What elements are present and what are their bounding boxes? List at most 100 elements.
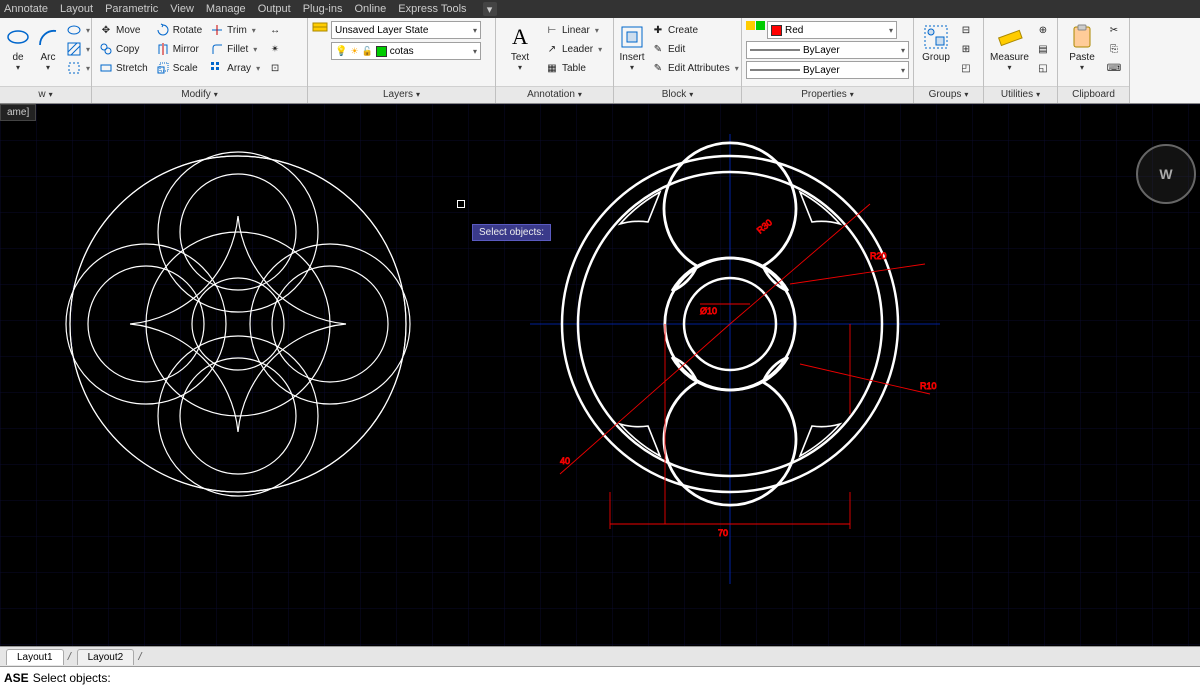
svg-text:R30: R30 xyxy=(755,217,774,235)
menu-layout[interactable]: Layout xyxy=(60,3,93,15)
move-icon: ✥ xyxy=(99,23,113,37)
svg-text:Ø10: Ø10 xyxy=(700,306,717,316)
brush-icon: ⌨ xyxy=(1107,61,1121,75)
panel-clipboard-label: Clipboard xyxy=(1072,89,1115,100)
copy-button[interactable]: Copy xyxy=(96,40,151,58)
modify-ext1-button[interactable]: ↔ xyxy=(265,21,285,39)
command-prefix: ASE xyxy=(4,671,29,685)
arc-icon xyxy=(34,23,62,51)
lightbulb-icon: 💡 xyxy=(335,46,347,57)
mirror-icon xyxy=(156,42,170,56)
paste-icon xyxy=(1068,23,1096,51)
layer-color-swatch xyxy=(376,46,387,57)
util3-button[interactable]: ◱ xyxy=(1033,59,1053,77)
region-icon xyxy=(67,61,81,75)
region-small-button[interactable]: ▾ xyxy=(64,59,93,77)
linear-dim-button[interactable]: ⊢Linear▾ xyxy=(542,21,605,39)
group-select-button[interactable]: ◰ xyxy=(956,59,976,77)
array-icon xyxy=(210,61,224,75)
svg-text:40: 40 xyxy=(560,456,570,466)
tab-layout1[interactable]: Layout1 xyxy=(6,649,64,665)
select-icon: ◱ xyxy=(1036,61,1050,75)
group-ungroup-button[interactable]: ⊟ xyxy=(956,21,976,39)
pick-cursor xyxy=(457,200,465,208)
fillet-button[interactable]: Fillet▾ xyxy=(207,40,263,58)
lock-icon: 🔓 xyxy=(362,46,373,57)
modify-ext3-button[interactable]: ⊡ xyxy=(265,59,285,77)
edit-block-icon: ✎ xyxy=(651,42,665,56)
color-dropdown[interactable]: Red▾ xyxy=(767,21,897,39)
edit-attr-button[interactable]: ✎Edit Attributes▾ xyxy=(648,59,742,77)
menu-manage[interactable]: Manage xyxy=(206,3,246,15)
group-select-icon: ◰ xyxy=(959,61,973,75)
scale-icon xyxy=(156,61,170,75)
stretch-icon xyxy=(99,61,113,75)
text-button[interactable]: A Text▾ xyxy=(500,21,540,72)
color-swatch xyxy=(771,25,782,36)
measure-icon xyxy=(996,23,1024,51)
hatch-small-button[interactable]: ▾ xyxy=(64,40,93,58)
insert-button[interactable]: Insert▾ xyxy=(618,21,646,72)
menu-plugins[interactable]: Plug-ins xyxy=(303,3,343,15)
cut-button[interactable]: ✂ xyxy=(1104,21,1124,39)
linetype-dropdown[interactable]: ByLayer▾ xyxy=(746,61,909,79)
linear-icon: ⊢ xyxy=(545,23,559,37)
panel-draw-label: w xyxy=(38,89,45,100)
layout-tabs: Layout1 / Layout2 / xyxy=(0,646,1200,666)
menu-output[interactable]: Output xyxy=(258,3,291,15)
panel-utilities-label: Utilities xyxy=(1001,89,1033,100)
ellipse-small-icon xyxy=(67,23,81,37)
create-block-button[interactable]: ✚Create xyxy=(648,21,742,39)
util2-button[interactable]: ▤ xyxy=(1033,40,1053,58)
rotate-icon xyxy=(156,23,170,37)
menu-view[interactable]: View xyxy=(170,3,194,15)
command-line[interactable]: ASE Select objects: xyxy=(0,666,1200,688)
group-edit-icon: ⊞ xyxy=(959,42,973,56)
group-button[interactable]: Group xyxy=(918,21,954,63)
panel-modify-label: Modify xyxy=(181,89,210,100)
stretch-button[interactable]: Stretch xyxy=(96,59,151,77)
lineweight-dropdown[interactable]: ByLayer▾ xyxy=(746,41,909,59)
menu-online[interactable]: Online xyxy=(354,3,386,15)
table-button[interactable]: ▦Table xyxy=(542,59,605,77)
leader-icon: ↗ xyxy=(545,42,559,56)
copy-clip-button[interactable]: ⎘ xyxy=(1104,40,1124,58)
modify-ext2-button[interactable]: ✴ xyxy=(265,40,285,58)
copy-icon xyxy=(99,42,113,56)
group-edit-button[interactable]: ⊞ xyxy=(956,40,976,58)
move-button[interactable]: ✥Move xyxy=(96,21,151,39)
mirror-button[interactable]: Mirror xyxy=(153,40,205,58)
match-button[interactable]: ⌨ xyxy=(1104,59,1124,77)
ellipse-small-button[interactable]: ▾ xyxy=(64,21,93,39)
menu-parametric[interactable]: Parametric xyxy=(105,3,158,15)
panel-annotation-label: Annotation xyxy=(527,89,575,100)
draw-unknown-button[interactable]: de▾ xyxy=(4,21,32,72)
tab-layout2[interactable]: Layout2 xyxy=(77,649,135,665)
measure-button[interactable]: Measure▾ xyxy=(988,21,1031,72)
layer-current-dropdown[interactable]: 💡 ☀ 🔓 cotas ▾ xyxy=(331,42,481,60)
leader-button[interactable]: ↗Leader▾ xyxy=(542,40,605,58)
arc-button[interactable]: Arc▾ xyxy=(34,21,62,72)
layer-props-icon[interactable] xyxy=(312,21,328,37)
scale-button[interactable]: Scale xyxy=(153,59,205,77)
command-tooltip: Select objects: xyxy=(472,224,551,241)
menu-overflow-button[interactable]: ▾ xyxy=(483,2,497,16)
layer-state-dropdown[interactable]: Unsaved Layer State▾ xyxy=(331,21,481,39)
cut-icon: ✂ xyxy=(1107,23,1121,37)
panel-block-label: Block xyxy=(662,89,686,100)
util1-button[interactable]: ⊕ xyxy=(1033,21,1053,39)
copy-clip-icon: ⎘ xyxy=(1107,42,1121,56)
match-props-icon[interactable] xyxy=(746,21,765,39)
trim-button[interactable]: Trim▾ xyxy=(207,21,263,39)
edit-block-button[interactable]: ✎Edit xyxy=(648,40,742,58)
extend-icon: ↔ xyxy=(268,23,282,37)
trim-icon xyxy=(210,23,224,37)
menu-annotate[interactable]: Annotate xyxy=(4,3,48,15)
paste-button[interactable]: Paste▾ xyxy=(1062,21,1102,72)
menu-express[interactable]: Express Tools xyxy=(398,3,466,15)
ungroup-icon: ⊟ xyxy=(959,23,973,37)
panel-layers-label: Layers xyxy=(383,89,413,100)
drawing-canvas[interactable]: ame] W xyxy=(0,104,1200,646)
array-button[interactable]: Array▾ xyxy=(207,59,263,77)
rotate-button[interactable]: Rotate xyxy=(153,21,205,39)
